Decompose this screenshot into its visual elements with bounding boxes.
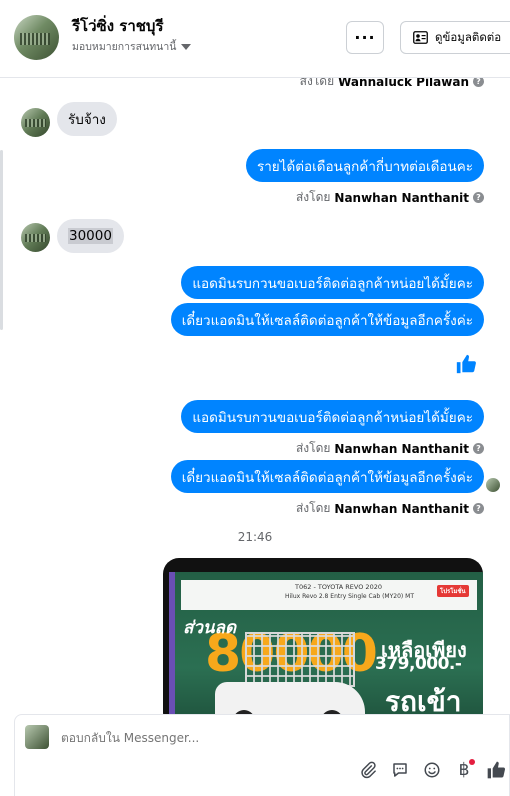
sent-by-prefix: ส่งโดย: [295, 501, 331, 515]
incoming-message[interactable]: รับจ้าง: [57, 102, 117, 136]
composer-toolbar: ฿: [357, 759, 507, 781]
info-icon[interactable]: ?: [473, 192, 484, 203]
info-icon[interactable]: ?: [473, 78, 484, 87]
sender-name: Nanwhan Nanthanit: [334, 190, 469, 205]
reply-input[interactable]: [61, 731, 361, 745]
seen-avatar: [486, 478, 500, 492]
thumbs-up-icon[interactable]: [455, 353, 477, 379]
paperclip-icon[interactable]: [357, 759, 379, 781]
smiley-icon[interactable]: [421, 759, 443, 781]
info-icon[interactable]: ?: [473, 503, 484, 514]
outgoing-message[interactable]: เดี๋ยวแอดมินให้เซลล์ติดต่อลูกค้าให้ข้อมู…: [170, 460, 484, 493]
promo-discount-label: ส่วนลด: [183, 618, 237, 638]
sender-name: Wannaluck Pilawan: [338, 78, 469, 89]
promo-banner: T062 - TOYOTA REVO 2020 Hilux Revo 2.8 E…: [169, 572, 483, 714]
outgoing-message[interactable]: รายได้ต่อเดือนลูกค้ากี่บาทต่อเดือนคะ: [245, 149, 484, 182]
notification-dot: [469, 759, 475, 765]
sent-by-prefix: ส่งโดย: [299, 78, 335, 88]
promo-model: T062 - TOYOTA REVO 2020: [295, 583, 382, 591]
promo-variant: Hilux Revo 2.8 Entry Single Cab (MY20) M…: [285, 593, 414, 600]
promo-headline: รถเข้า: [385, 685, 462, 714]
view-contact-button[interactable]: ดูข้อมูลติดต่อ: [400, 21, 510, 54]
conversation-header: รีโว่ซิ่ง ราชบุรี มอบหมายการสนทนานี้ ···…: [0, 0, 510, 78]
sender-name: Nanwhan Nanthanit: [334, 501, 469, 516]
outgoing-message[interactable]: แอดมินรบกวนขอเบอร์ติดต่อลูกค้าหน่อยได้มั…: [181, 266, 484, 299]
incoming-message[interactable]: 30000: [57, 219, 124, 253]
customer-avatar[interactable]: [21, 223, 50, 252]
view-contact-label: ดูข้อมูลติดต่อ: [435, 29, 502, 44]
truck-image: [215, 682, 365, 714]
sent-by-line: ส่งโดย Nanwhan Nanthanit ?: [296, 499, 484, 518]
outgoing-message[interactable]: แอดมินรบกวนขอเบอร์ติดต่อลูกค้าหน่อยได้มั…: [181, 400, 484, 433]
sent-by-line: ส่งโดย Wannaluck Pilawan ?: [300, 78, 484, 91]
thumbs-up-icon[interactable]: [485, 759, 507, 781]
customer-avatar[interactable]: [21, 108, 50, 137]
timestamp: 21:46: [237, 530, 273, 544]
page-avatar[interactable]: [14, 15, 59, 60]
chevron-down-icon: [181, 43, 192, 50]
more-options-button[interactable]: ···: [346, 21, 384, 54]
outgoing-message[interactable]: เดี๋ยวแอดมินให้เซลล์ติดต่อลูกค้าให้ข้อมู…: [170, 303, 484, 336]
page-avatar-small: [25, 725, 49, 749]
sent-by-line: ส่งโดย Nanwhan Nanthanit ?: [296, 439, 484, 458]
assign-label: มอบหมายการสนทนานี้: [72, 41, 177, 53]
contact-card-icon: [413, 31, 428, 44]
sent-by-line: ส่งโดย Nanwhan Nanthanit ?: [296, 188, 484, 207]
contact-name[interactable]: รีโว่ซิ่ง ราชบุรี: [72, 14, 164, 38]
truck-rack-image: [245, 632, 355, 687]
sent-by-prefix: ส่งโดย: [295, 441, 331, 455]
message-composer: ฿: [14, 714, 510, 796]
assign-conversation[interactable]: มอบหมายการสนทนานี้: [72, 38, 192, 55]
sent-by-prefix: ส่งโดย: [295, 190, 331, 204]
sender-name: Nanwhan Nanthanit: [334, 441, 469, 456]
promo-image-message[interactable]: T062 - TOYOTA REVO 2020 Hilux Revo 2.8 E…: [163, 558, 483, 714]
baht-icon[interactable]: ฿: [453, 759, 475, 781]
message-list[interactable]: ส่งโดย Wannaluck Pilawan ? รับจ้าง รายได…: [0, 78, 510, 714]
incoming-message-text: 30000: [68, 228, 113, 244]
promo-tag: โปรโมชั่น: [437, 585, 469, 597]
info-icon[interactable]: ?: [473, 443, 484, 454]
chat-bubble-icon[interactable]: [389, 759, 411, 781]
promo-price: 379,000.-: [375, 654, 462, 674]
